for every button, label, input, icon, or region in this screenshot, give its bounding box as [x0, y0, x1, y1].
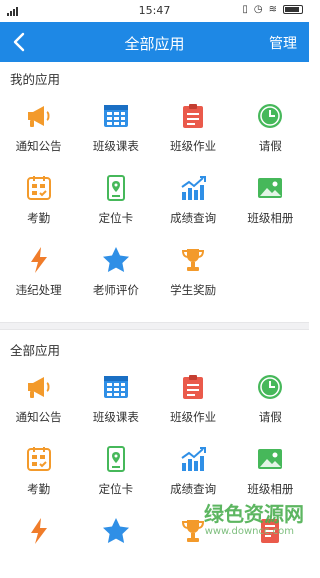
- app-item-label: 班级相册: [247, 211, 294, 225]
- app-item-label: 成绩查询: [170, 482, 217, 496]
- app-item[interactable]: 成绩查询: [155, 163, 232, 235]
- app-item[interactable]: 考勤: [0, 163, 77, 235]
- app-item[interactable]: 班级相册: [232, 434, 309, 506]
- app-item[interactable]: 班级课表: [77, 91, 154, 163]
- app-item[interactable]: 班级课表: [77, 362, 154, 434]
- app-item-label: 班级课表: [92, 139, 139, 153]
- app-item[interactable]: [0, 506, 77, 578]
- app-item-label: 成绩查询: [170, 211, 217, 225]
- timetable-icon: [101, 101, 131, 131]
- app-item-label: 班级相册: [247, 482, 294, 496]
- app-item-label: 班级作业: [170, 139, 217, 153]
- my-apps-grid: 通知公告 班级课表 班级作业 请假考勤 定位卡 成绩查询 班级相册违纪处理 老师评价 学生奖励: [0, 91, 309, 307]
- app-item-label: 定位卡: [98, 482, 134, 496]
- app-item[interactable]: 班级作业: [155, 91, 232, 163]
- watermark-logo: 绿色资源网: [204, 502, 304, 526]
- app-item[interactable]: 定位卡: [77, 163, 154, 235]
- attendance-icon: [24, 444, 54, 474]
- megaphone-icon: [24, 101, 54, 131]
- star-icon: [101, 245, 131, 275]
- timetable-icon: [101, 372, 131, 402]
- app-item[interactable]: 通知公告: [0, 91, 77, 163]
- app-item[interactable]: 班级作业: [155, 362, 232, 434]
- top-navbar: 全部应用 管理: [0, 22, 309, 62]
- location-card-icon: [101, 444, 131, 474]
- page-title: 全部应用: [124, 35, 185, 53]
- app-item[interactable]: 违纪处理: [0, 235, 77, 307]
- app-item[interactable]: 学生奖励: [155, 235, 232, 307]
- all-apps-title: 全部应用: [10, 343, 61, 358]
- wifi-icon: ≋: [268, 4, 277, 15]
- status-bar: 15:47 ▯ ◷ ≋: [0, 0, 309, 22]
- chart-icon: [178, 173, 208, 203]
- clock-icon: [255, 372, 285, 402]
- app-item[interactable]: 定位卡: [77, 434, 154, 506]
- lightning-icon: [24, 516, 54, 546]
- album-icon: [255, 444, 285, 474]
- app-item-label: 班级作业: [170, 410, 217, 424]
- vibrate-icon: ▯: [242, 4, 248, 15]
- battery-icon: [283, 5, 303, 14]
- all-apps-grid: 通知公告 班级课表 班级作业 请假考勤 定位卡 成绩查询 班级相册: [0, 362, 309, 578]
- app-item[interactable]: 成绩查询: [155, 434, 232, 506]
- app-item-label: 考勤: [27, 211, 51, 225]
- alarm-icon: ◷: [253, 4, 263, 15]
- app-item[interactable]: 请假: [232, 91, 309, 163]
- star-icon: [101, 516, 131, 546]
- location-card-icon: [101, 173, 131, 203]
- chart-icon: [178, 444, 208, 474]
- app-item-label: 请假: [258, 410, 282, 424]
- megaphone-icon: [24, 372, 54, 402]
- my-apps-title: 我的应用: [10, 72, 61, 87]
- app-item[interactable]: 请假: [232, 362, 309, 434]
- watermark-url: www.downcc.com: [204, 526, 294, 537]
- clipboard-icon: [178, 101, 208, 131]
- app-item-label: 班级课表: [92, 410, 139, 424]
- app-item[interactable]: [77, 506, 154, 578]
- attendance-icon: [24, 173, 54, 203]
- app-item[interactable]: 考勤: [0, 434, 77, 506]
- app-item-label: 通知公告: [15, 410, 62, 424]
- manage-button[interactable]: 管理: [269, 33, 297, 53]
- app-item[interactable]: 班级相册: [232, 163, 309, 235]
- app-item-label: 学生奖励: [170, 283, 217, 297]
- album-icon: [255, 173, 285, 203]
- app-item-label: 违纪处理: [15, 283, 62, 297]
- clock-icon: [255, 101, 285, 131]
- lightning-icon: [24, 245, 54, 275]
- app-item[interactable]: 老师评价: [77, 235, 154, 307]
- app-item-label: 定位卡: [98, 211, 134, 225]
- app-item[interactable]: 通知公告: [0, 362, 77, 434]
- app-item-label: 老师评价: [92, 283, 139, 297]
- clipboard-icon: [178, 372, 208, 402]
- trophy-icon: [178, 245, 208, 275]
- app-item-label: 请假: [258, 139, 282, 153]
- app-item-label: 考勤: [27, 482, 51, 496]
- section-divider: [0, 322, 309, 330]
- app-item-label: 通知公告: [15, 139, 62, 153]
